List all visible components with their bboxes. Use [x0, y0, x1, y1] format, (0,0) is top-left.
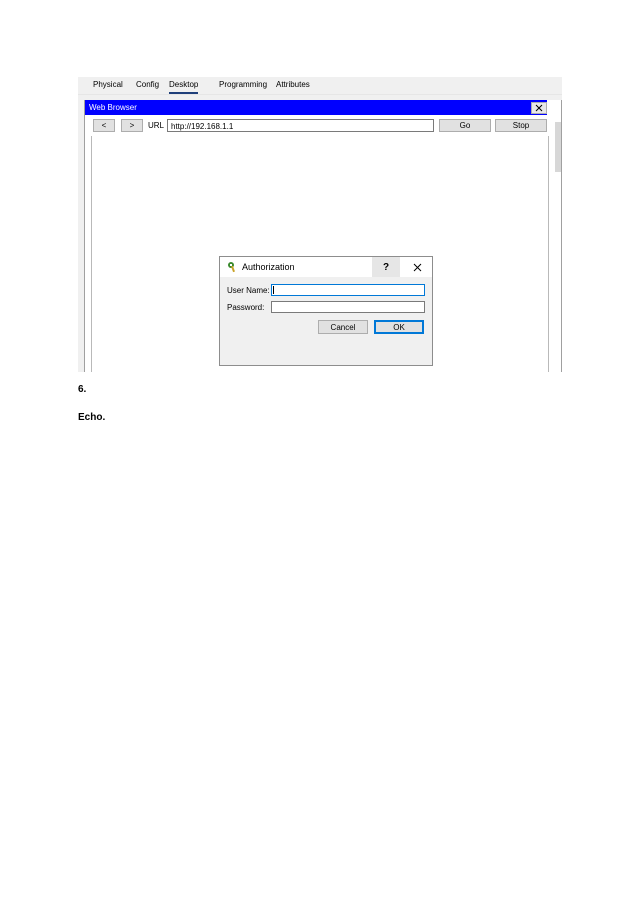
- dialog-body: User Name: Password: Cancel OK: [220, 277, 432, 365]
- cancel-button[interactable]: Cancel: [318, 320, 368, 334]
- step-number: 6.: [78, 384, 87, 395]
- tab-programming[interactable]: Programming: [219, 80, 267, 92]
- browser-nav-bar: < > URL http://192.168.1.1 Go Stop: [85, 119, 555, 133]
- section-heading: Echo.: [78, 412, 106, 423]
- web-browser-app: Web Browser < > URL http://192.168.1.1 G…: [84, 100, 562, 372]
- url-label: URL: [148, 121, 165, 130]
- close-icon: [535, 104, 543, 112]
- packet-tracer-screenshot: Physical Config Desktop Programming Attr…: [78, 77, 562, 372]
- tab-physical[interactable]: Physical: [93, 80, 123, 92]
- dialog-titlebar: Authorization ?: [220, 257, 432, 277]
- tab-desktop[interactable]: Desktop: [169, 80, 199, 94]
- password-label: Password:: [227, 303, 265, 312]
- browser-title: Web Browser: [89, 103, 137, 112]
- url-input[interactable]: http://192.168.1.1: [167, 119, 434, 132]
- tab-config[interactable]: Config: [136, 80, 159, 92]
- back-button[interactable]: <: [93, 119, 115, 132]
- scrollbar[interactable]: [555, 122, 561, 172]
- stop-button[interactable]: Stop: [495, 119, 547, 132]
- close-icon: [413, 263, 421, 271]
- browser-close-button[interactable]: [531, 102, 547, 114]
- password-input[interactable]: [271, 301, 425, 313]
- help-button[interactable]: ?: [372, 257, 400, 277]
- text-caret: [273, 286, 274, 294]
- tab-divider: [78, 94, 562, 95]
- tab-attributes[interactable]: Attributes: [276, 80, 310, 92]
- key-icon: [228, 262, 235, 273]
- user-name-label: User Name:: [227, 286, 270, 295]
- authorization-dialog: Authorization ? User Name: Password: Can…: [219, 256, 433, 366]
- dialog-close-button[interactable]: [402, 257, 432, 277]
- device-tabs: Physical Config Desktop Programming Attr…: [78, 77, 562, 95]
- ok-button[interactable]: OK: [374, 320, 424, 334]
- dialog-title: Authorization: [242, 262, 295, 272]
- user-name-input[interactable]: [271, 284, 425, 296]
- go-button[interactable]: Go: [439, 119, 491, 132]
- forward-button[interactable]: >: [121, 119, 143, 132]
- browser-titlebar: Web Browser: [85, 100, 547, 115]
